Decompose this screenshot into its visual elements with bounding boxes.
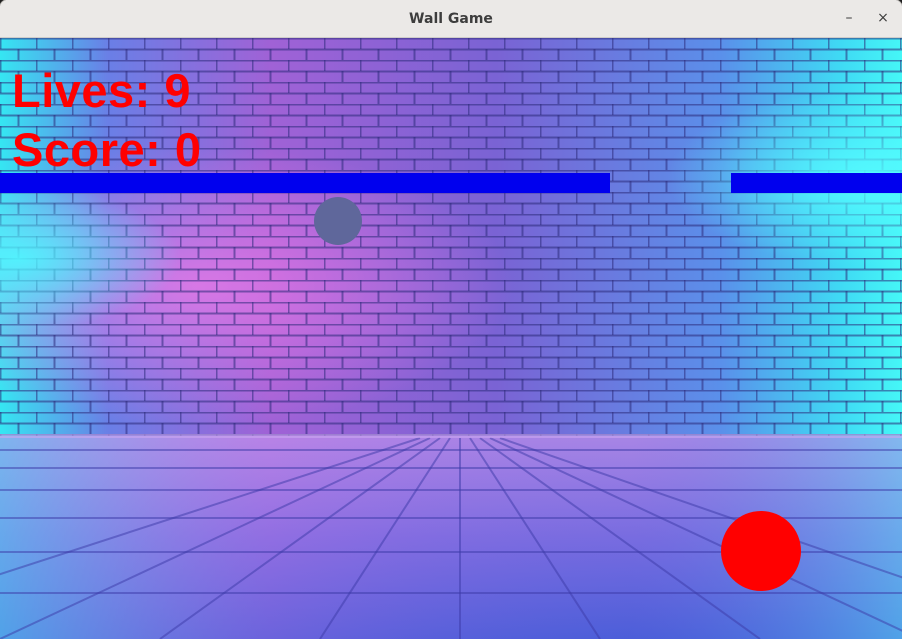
window-title: Wall Game [409, 10, 493, 27]
title-bar[interactable]: Wall Game – × [0, 0, 902, 38]
minimize-button[interactable]: – [837, 6, 861, 30]
lives-counter: Lives: 9 [12, 64, 192, 117]
close-button[interactable]: × [871, 6, 895, 30]
enemy-ball [314, 197, 362, 245]
wall-bar-right [731, 173, 902, 193]
player-ball[interactable] [721, 511, 801, 591]
wall-bar-left [0, 173, 610, 193]
app-window: Wall Game – × Lives: 9 Score: 0 [0, 0, 902, 639]
score-counter: Score: 0 [12, 123, 202, 176]
game-canvas[interactable]: Lives: 9 Score: 0 [0, 38, 902, 639]
